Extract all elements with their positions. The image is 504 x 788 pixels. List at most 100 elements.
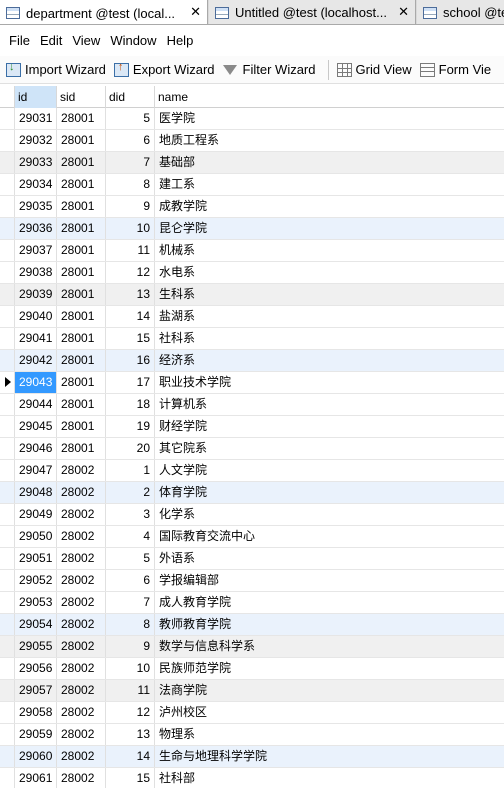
cell-name[interactable]: 法商学院 <box>155 680 504 701</box>
row-header[interactable] <box>0 306 15 327</box>
cell-sid[interactable]: 28002 <box>57 504 106 525</box>
row-header[interactable] <box>0 768 15 788</box>
cell-id[interactable]: 29031 <box>15 108 57 129</box>
cell-sid[interactable]: 28002 <box>57 658 106 679</box>
table-row[interactable]: 29053 28002 7 成人教育学院 <box>0 592 504 614</box>
row-header[interactable] <box>0 614 15 635</box>
cell-id[interactable]: 29060 <box>15 746 57 767</box>
table-row[interactable]: 29037 28001 11 机械系 <box>0 240 504 262</box>
cell-name[interactable]: 外语系 <box>155 548 504 569</box>
cell-name[interactable]: 盐湖系 <box>155 306 504 327</box>
row-header[interactable] <box>0 702 15 723</box>
cell-did[interactable]: 5 <box>106 108 155 129</box>
cell-did[interactable]: 11 <box>106 240 155 261</box>
table-row[interactable]: 29045 28001 19 财经学院 <box>0 416 504 438</box>
row-header[interactable] <box>0 680 15 701</box>
row-header[interactable] <box>0 174 15 195</box>
cell-sid[interactable]: 28002 <box>57 702 106 723</box>
cell-sid[interactable]: 28002 <box>57 570 106 591</box>
tab-school[interactable]: school @te <box>417 0 504 24</box>
row-header[interactable] <box>0 548 15 569</box>
table-row[interactable]: 29058 28002 12 泸州校区 <box>0 702 504 724</box>
row-header[interactable] <box>0 438 15 459</box>
filter-wizard-button[interactable]: Filter Wizard <box>222 62 316 77</box>
cell-name[interactable]: 生科系 <box>155 284 504 305</box>
cell-name[interactable]: 社科系 <box>155 328 504 349</box>
cell-did[interactable]: 8 <box>106 614 155 635</box>
cell-id[interactable]: 29040 <box>15 306 57 327</box>
row-header[interactable] <box>0 658 15 679</box>
cell-sid[interactable]: 28001 <box>57 284 106 305</box>
cell-id[interactable]: 29050 <box>15 526 57 547</box>
cell-name[interactable]: 教师教育学院 <box>155 614 504 635</box>
row-header[interactable] <box>0 460 15 481</box>
cell-did[interactable]: 9 <box>106 636 155 657</box>
cell-name[interactable]: 医学院 <box>155 108 504 129</box>
cell-id[interactable]: 29057 <box>15 680 57 701</box>
row-header[interactable] <box>0 130 15 151</box>
cell-id[interactable]: 29039 <box>15 284 57 305</box>
column-header-id[interactable]: id <box>15 86 57 108</box>
cell-sid[interactable]: 28001 <box>57 416 106 437</box>
cell-id[interactable]: 29042 <box>15 350 57 371</box>
column-header-name[interactable]: name <box>155 86 504 108</box>
cell-did[interactable]: 2 <box>106 482 155 503</box>
table-row[interactable]: 29055 28002 9 数学与信息科学系 <box>0 636 504 658</box>
cell-id[interactable]: 29033 <box>15 152 57 173</box>
cell-name[interactable]: 生命与地理科学学院 <box>155 746 504 767</box>
menu-view[interactable]: View <box>67 31 105 50</box>
table-row[interactable]: 29044 28001 18 计算机系 <box>0 394 504 416</box>
cell-id[interactable]: 29032 <box>15 130 57 151</box>
row-header[interactable] <box>0 218 15 239</box>
table-row[interactable]: 29043 28001 17 职业技术学院 <box>0 372 504 394</box>
cell-id[interactable]: 29048 <box>15 482 57 503</box>
cell-id[interactable]: 29044 <box>15 394 57 415</box>
table-row[interactable]: 29034 28001 8 建工系 <box>0 174 504 196</box>
cell-did[interactable]: 17 <box>106 372 155 393</box>
cell-name[interactable]: 经济系 <box>155 350 504 371</box>
cell-name[interactable]: 计算机系 <box>155 394 504 415</box>
menu-window[interactable]: Window <box>105 31 161 50</box>
cell-name[interactable]: 成人教育学院 <box>155 592 504 613</box>
cell-id[interactable]: 29052 <box>15 570 57 591</box>
cell-name[interactable]: 化学系 <box>155 504 504 525</box>
tab-untitled[interactable]: Untitled @test (localhost... ✕ <box>209 0 416 24</box>
table-row[interactable]: 29057 28002 11 法商学院 <box>0 680 504 702</box>
column-header-did[interactable]: did <box>106 86 155 108</box>
row-header[interactable] <box>0 570 15 591</box>
menu-edit[interactable]: Edit <box>35 31 67 50</box>
row-header[interactable] <box>0 350 15 371</box>
tab-department[interactable]: department @test (local... ✕ <box>0 0 208 24</box>
cell-sid[interactable]: 28002 <box>57 482 106 503</box>
cell-did[interactable]: 7 <box>106 152 155 173</box>
row-header[interactable] <box>0 482 15 503</box>
cell-did[interactable]: 4 <box>106 526 155 547</box>
cell-did[interactable]: 3 <box>106 504 155 525</box>
cell-sid[interactable]: 28002 <box>57 592 106 613</box>
cell-sid[interactable]: 28001 <box>57 306 106 327</box>
table-row[interactable]: 29039 28001 13 生科系 <box>0 284 504 306</box>
cell-name[interactable]: 其它院系 <box>155 438 504 459</box>
cell-id[interactable]: 29053 <box>15 592 57 613</box>
cell-name[interactable]: 水电系 <box>155 262 504 283</box>
cell-id[interactable]: 29038 <box>15 262 57 283</box>
cell-name[interactable]: 机械系 <box>155 240 504 261</box>
row-header[interactable] <box>0 284 15 305</box>
cell-name[interactable]: 昆仑学院 <box>155 218 504 239</box>
cell-id[interactable]: 29058 <box>15 702 57 723</box>
row-header[interactable] <box>0 196 15 217</box>
cell-did[interactable]: 20 <box>106 438 155 459</box>
cell-did[interactable]: 5 <box>106 548 155 569</box>
cell-id[interactable]: 29045 <box>15 416 57 437</box>
table-row[interactable]: 29050 28002 4 国际教育交流中心 <box>0 526 504 548</box>
cell-id[interactable]: 29056 <box>15 658 57 679</box>
cell-sid[interactable]: 28001 <box>57 108 106 129</box>
cell-sid[interactable]: 28001 <box>57 196 106 217</box>
table-row[interactable]: 29038 28001 12 水电系 <box>0 262 504 284</box>
cell-sid[interactable]: 28002 <box>57 724 106 745</box>
cell-did[interactable]: 13 <box>106 284 155 305</box>
row-header[interactable] <box>0 262 15 283</box>
cell-sid[interactable]: 28001 <box>57 394 106 415</box>
cell-name[interactable]: 数学与信息科学系 <box>155 636 504 657</box>
cell-did[interactable]: 8 <box>106 174 155 195</box>
